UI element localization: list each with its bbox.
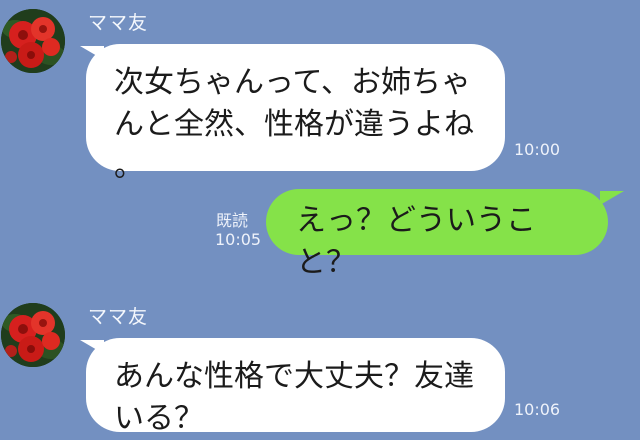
red-flower-avatar-icon[interactable] — [1, 303, 65, 367]
message-time: 10:00 — [514, 140, 561, 159]
read-receipt: 既読 — [216, 211, 249, 230]
message-line: 次女ちゃんって、お姉ちゃ — [114, 65, 471, 100]
message-bubble-outgoing[interactable]: えっ？どういうこと？ — [266, 189, 608, 280]
sender-name: ママ友 — [88, 306, 149, 328]
message-time: 10:06 — [514, 400, 561, 419]
message-line: あんな性格で大丈夫？友達 — [114, 359, 474, 394]
message-bubble-incoming[interactable]: 次女ちゃんって、お姉ちゃ んと全然、性格が違うよね 。 — [86, 44, 505, 184]
message-line: 。 — [114, 149, 144, 184]
message-line: いる？ — [114, 401, 204, 436]
bubble-tail — [600, 191, 624, 205]
message-line: んと全然、性格が違うよね — [114, 107, 474, 142]
red-flower-avatar-icon[interactable] — [1, 9, 65, 73]
message-time: 10:05 — [215, 230, 262, 249]
sender-name: ママ友 — [88, 12, 149, 34]
chat-screen: ママ友 次女ちゃんって、お姉ちゃ んと全然、性格が違うよね 。 10:00 既読… — [0, 0, 640, 440]
message-bubble-incoming[interactable]: あんな性格で大丈夫？友達 いる？ — [86, 338, 505, 436]
message-text: えっ？どういうこと？ — [296, 203, 536, 280]
